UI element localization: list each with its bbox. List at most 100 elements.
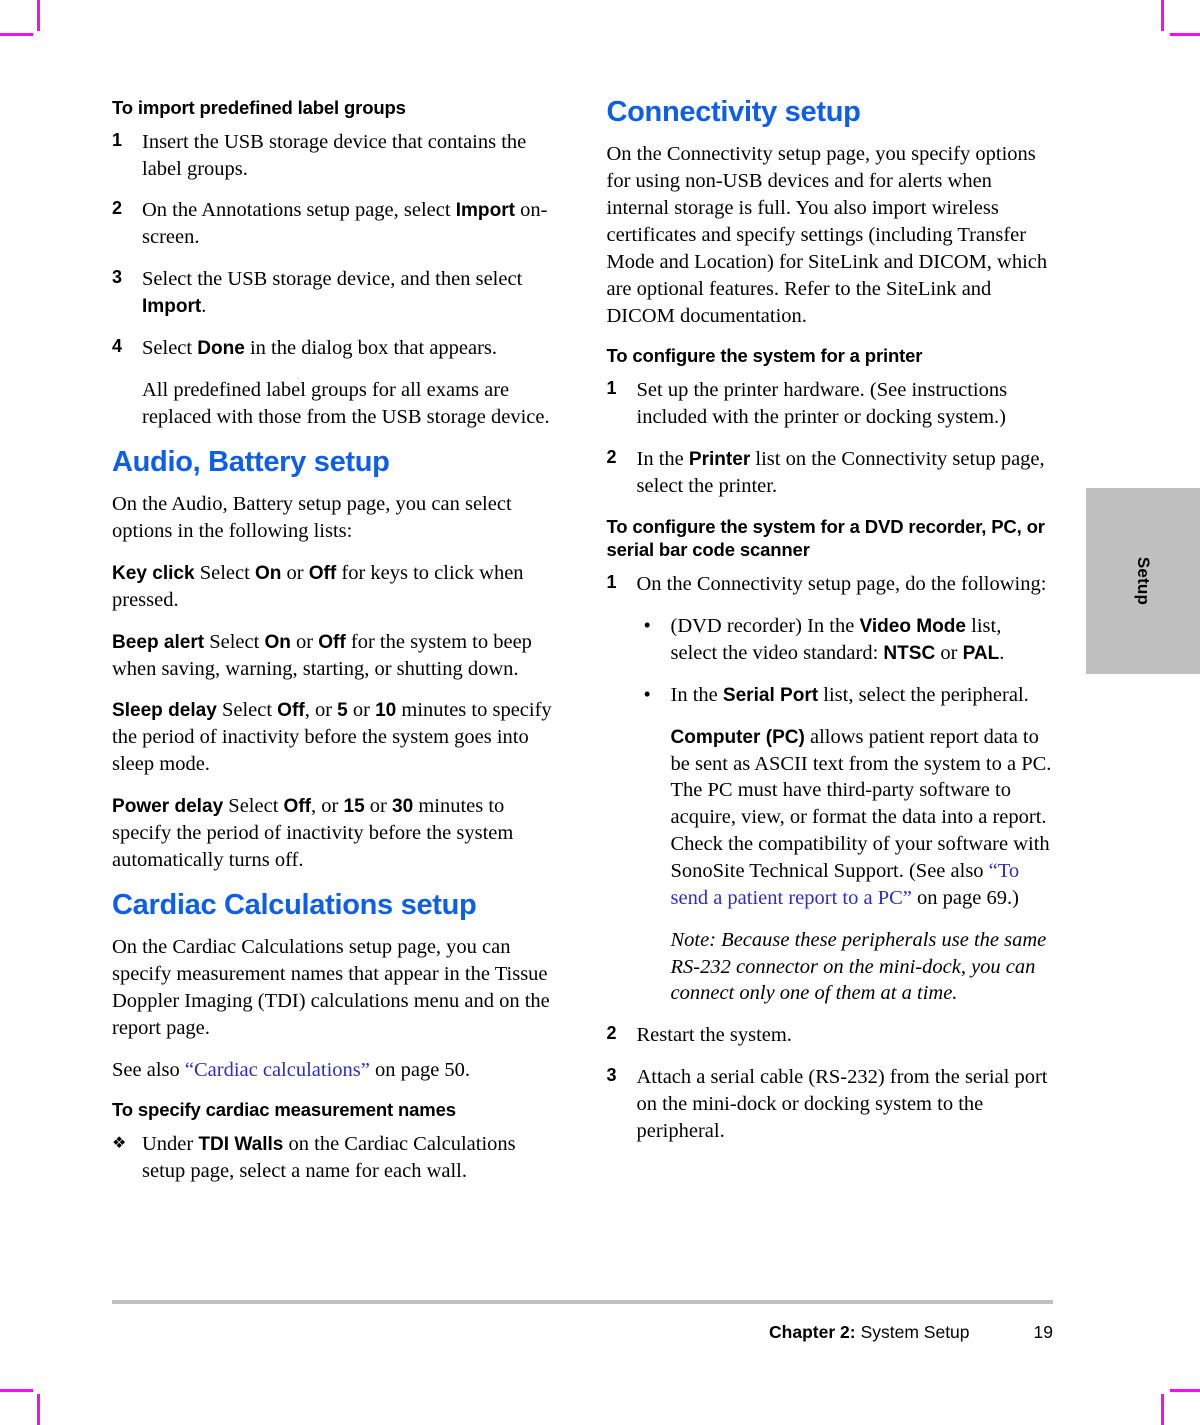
text-run: Select the USB storage device, and then … bbox=[142, 268, 523, 291]
text-run: list, select the peripheral. bbox=[818, 683, 1029, 706]
list-item: 2 On the Annotations setup page, select … bbox=[112, 197, 559, 251]
footer-chapter-number: Chapter 2: bbox=[769, 1322, 856, 1342]
text-run: In the bbox=[636, 447, 689, 470]
list-item-text: Attach a serial cable (RS-232) from the … bbox=[636, 1066, 1048, 1142]
option-value: Off bbox=[308, 562, 337, 584]
ui-term: Serial Port bbox=[722, 684, 819, 706]
list-item-text: Select the USB storage device, and then … bbox=[142, 268, 522, 317]
page-content: To import predefined label groups 1 Inse… bbox=[112, 96, 1053, 1200]
heading-specify-cardiac-measurement-names: To specify cardiac measurement names bbox=[112, 1099, 456, 1121]
list-marker: 2 bbox=[606, 446, 617, 467]
setting-label: Power delay bbox=[112, 796, 224, 818]
ui-term: Import bbox=[455, 200, 515, 222]
note-text: Because these peripherals use the same R… bbox=[670, 928, 1047, 1005]
list-item: 2 Restart the system. bbox=[607, 1022, 1054, 1049]
option-value: Off bbox=[277, 700, 305, 722]
connectivity-intro: On the Connectivity setup page, you spec… bbox=[606, 143, 1048, 327]
text-run: or bbox=[290, 630, 319, 653]
sub-list-item: • (DVD recorder) In the Video Mode list,… bbox=[644, 613, 1054, 667]
text-run: on page 50. bbox=[369, 1058, 471, 1081]
option-value: 5 bbox=[337, 700, 348, 722]
crop-mark-bottom-left-horizontal bbox=[0, 1389, 33, 1392]
cardiac-see-also: See also “Cardiac calculations” on page … bbox=[112, 1057, 559, 1084]
setting-sleep-delay: Sleep delay Select Off, or 5 or 10 minut… bbox=[112, 697, 559, 778]
heading-configure-system-for-dvd-pc-scanner: To configure the system for a DVD record… bbox=[606, 515, 1045, 561]
option-value: On bbox=[264, 631, 291, 653]
crop-mark-bottom-right-horizontal bbox=[1170, 1389, 1200, 1392]
diamond-bullet-icon: ❖ bbox=[112, 1133, 127, 1153]
crop-mark-top-right-vertical bbox=[1161, 0, 1164, 31]
ui-term: TDI Walls bbox=[198, 1134, 284, 1156]
text-run: allows patient report data to be sent as… bbox=[670, 725, 1052, 882]
sub-list-item: • In the Serial Port list, select the pe… bbox=[644, 682, 1054, 709]
text-run: Select bbox=[194, 561, 255, 584]
option-value: PAL bbox=[962, 642, 1000, 664]
text-run: In the bbox=[670, 683, 723, 706]
list-item-text: Set up the printer hardware. (See instru… bbox=[636, 379, 1008, 428]
list-item-text: Restart the system. bbox=[636, 1024, 792, 1047]
list-marker: 4 bbox=[112, 335, 123, 356]
crop-mark-top-left-vertical bbox=[37, 0, 40, 31]
ui-term: Printer bbox=[688, 448, 751, 470]
text-run: in the dialog box that appears. bbox=[244, 336, 498, 359]
list-item: 3 Attach a serial cable (RS-232) from th… bbox=[607, 1064, 1054, 1145]
crop-mark-bottom-left-vertical bbox=[37, 1394, 40, 1425]
setting-beep-alert: Beep alert Select On or Off for the syst… bbox=[112, 629, 559, 683]
heading-configure-system-for-printer: To configure the system for a printer bbox=[606, 345, 923, 367]
text-run: or bbox=[281, 561, 309, 584]
setting-label: Sleep delay bbox=[112, 700, 217, 722]
heading-import-predefined-label-groups: To import predefined label groups bbox=[112, 97, 406, 118]
two-column-layout: To import predefined label groups 1 Inse… bbox=[112, 96, 1053, 1200]
option-value: Off bbox=[318, 631, 346, 653]
computer-pc-description: Computer (PC) allows patient report data… bbox=[671, 724, 1054, 912]
list-marker: 3 bbox=[606, 1065, 617, 1086]
text-run: On the Annotations setup page, select bbox=[142, 199, 456, 222]
ui-term: Video Mode bbox=[859, 615, 967, 637]
footer-page-number: 19 bbox=[1033, 1322, 1053, 1342]
chapter-thumb-tab-label: Setup bbox=[1134, 556, 1153, 606]
setting-label: Key click bbox=[112, 562, 195, 584]
note-label: Note: bbox=[670, 928, 717, 951]
list-item: 2 In the Printer list on the Connectivit… bbox=[607, 446, 1054, 500]
heading-audio-battery-setup: Audio, Battery setup bbox=[112, 445, 390, 478]
list-item: ❖ Under TDI Walls on the Cardiac Calcula… bbox=[112, 1131, 559, 1185]
option-value: 15 bbox=[343, 796, 365, 818]
list-item-text: Insert the USB storage device that conta… bbox=[142, 130, 527, 180]
list-item: 4 Select Done in the dialog box that app… bbox=[112, 335, 559, 362]
list-marker: 2 bbox=[112, 198, 123, 219]
text-run: . bbox=[201, 295, 207, 318]
bullet-icon: • bbox=[643, 612, 651, 637]
ui-term: Done bbox=[197, 337, 245, 359]
right-column: Connectivity setup On the Connectivity s… bbox=[607, 96, 1054, 1160]
setting-label: Beep alert bbox=[112, 631, 205, 653]
list-item-text: Under TDI Walls on the Cardiac Calculati… bbox=[142, 1133, 516, 1182]
text-run: Select bbox=[223, 795, 284, 818]
chapter-thumb-tab: Setup bbox=[1086, 488, 1200, 674]
list-item: 1 Insert the USB storage device that con… bbox=[112, 129, 559, 183]
crop-mark-bottom-right-vertical bbox=[1161, 1394, 1164, 1425]
left-column: To import predefined label groups 1 Inse… bbox=[112, 96, 559, 1200]
text-run: See also bbox=[112, 1058, 185, 1081]
list-item-text: On the Annotations setup page, select Im… bbox=[142, 199, 547, 248]
list-item: 1 Set up the printer hardware. (See inst… bbox=[607, 377, 1054, 431]
text-run: Select bbox=[204, 630, 265, 653]
footer-chapter-title: System Setup bbox=[860, 1322, 970, 1342]
option-value: Off bbox=[283, 796, 312, 818]
step-result-text: All predefined label groups for all exam… bbox=[142, 378, 550, 428]
text-run: Select bbox=[142, 336, 198, 359]
list-item: 3 Select the USB storage device, and the… bbox=[112, 266, 559, 320]
text-run: (DVD recorder) In the bbox=[670, 614, 860, 637]
list-item-text: Select Done in the dialog box that appea… bbox=[142, 337, 497, 359]
option-value: NTSC bbox=[883, 642, 936, 664]
heading-cardiac-calculations-setup: Cardiac Calculations setup bbox=[112, 888, 477, 921]
heading-connectivity-setup: Connectivity setup bbox=[606, 96, 861, 128]
list-marker: 1 bbox=[606, 378, 617, 399]
text-run: or bbox=[364, 795, 392, 818]
option-value: 30 bbox=[392, 796, 414, 818]
text-run: on page 69.) bbox=[911, 886, 1019, 909]
footer-rule bbox=[112, 1300, 1053, 1304]
cross-reference-link[interactable]: “Cardiac calculations” bbox=[185, 1059, 370, 1081]
sub-list-item-text: In the Serial Port list, select the peri… bbox=[671, 684, 1029, 706]
list-marker: 3 bbox=[112, 267, 123, 288]
text-run: , or bbox=[304, 699, 338, 722]
